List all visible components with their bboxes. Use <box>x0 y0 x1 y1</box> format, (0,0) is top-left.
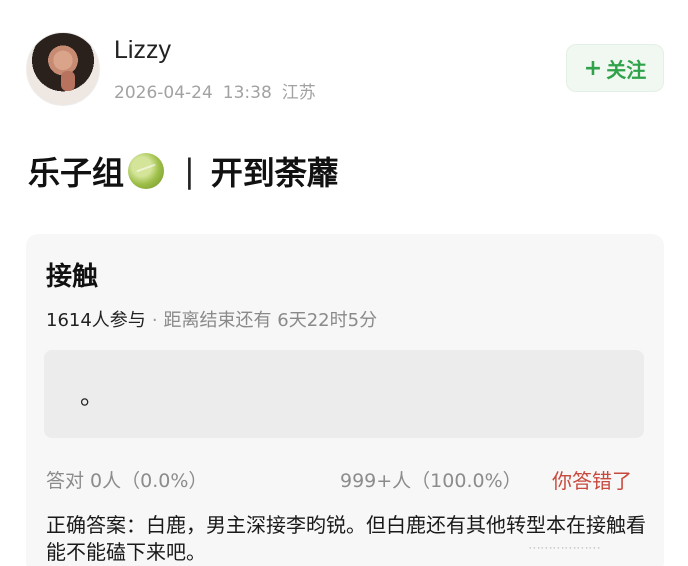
avatar[interactable] <box>26 32 100 106</box>
poll-card: 接触 1614人参与 · 距离结束还有 6天22时5分 。 答对 0人（0.0%） … <box>26 234 664 566</box>
wrong-result: 999+人（100.0%） <box>340 470 522 492</box>
correct-answer-text: 正确答案：白鹿，男主深接李昀锐。但白鹿还有其他转型本在接触看能不能磕下来吧。 <box>46 513 646 564</box>
post-title-left: 乐子组 <box>28 154 125 192</box>
stats-dot: · <box>151 310 158 331</box>
participant-count: 1614人参与 <box>46 310 146 331</box>
poll-stats: 1614人参与 · 距离结束还有 6天22时5分 <box>46 306 377 332</box>
username[interactable]: Lizzy <box>114 36 171 65</box>
post-date: 2026-04-24 <box>114 83 213 103</box>
correct-result: 答对 0人（0.0%） <box>46 470 208 492</box>
follow-label: 关注 <box>606 57 647 82</box>
poll-option-text: 。 <box>80 382 104 410</box>
post-meta: 2026-04-24 13:38 江苏 <box>114 78 326 103</box>
watermark: ⋯⋯⋯⋯⋯⋯ <box>528 541 601 556</box>
post-header: Lizzy 2026-04-24 13:38 江苏 + 关注 <box>26 30 666 110</box>
poll-option[interactable]: 。 <box>44 350 644 438</box>
post-title: 乐子组 | 开到荼蘼 <box>28 148 339 194</box>
follow-button[interactable]: + 关注 <box>566 44 664 92</box>
post-location: 江苏 <box>281 83 316 103</box>
post-time: 13:38 <box>222 83 272 103</box>
poll-title: 接触 <box>46 262 99 292</box>
post-title-right: 开到荼蘼 <box>210 154 339 192</box>
plus-icon: + <box>583 55 603 81</box>
title-separator: | <box>184 152 195 190</box>
avatar-hand <box>61 71 75 91</box>
wrong-answer-label: 你答错了 <box>552 469 632 493</box>
poll-deadline: 距离结束还有 6天22时5分 <box>163 310 378 331</box>
melon-icon <box>128 153 165 189</box>
